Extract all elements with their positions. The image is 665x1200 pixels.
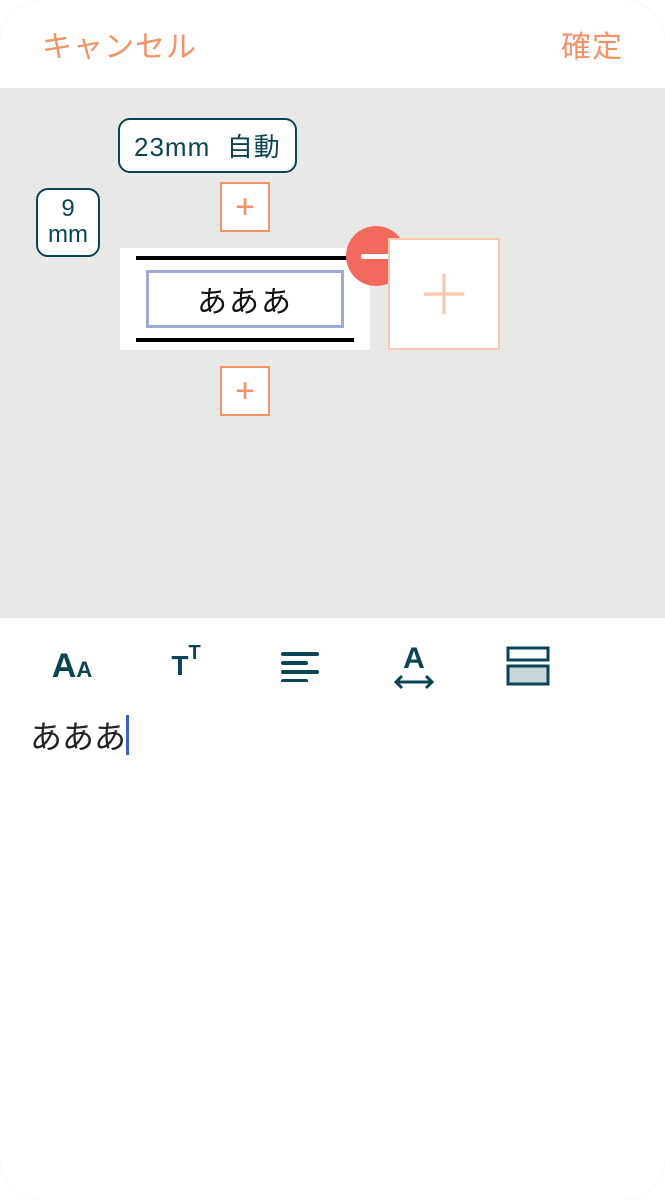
label-preview-canvas: 23mm 自動 9 mm + あああ − + [0, 88, 665, 618]
svg-text:A: A [403, 642, 425, 675]
text-align-button[interactable] [272, 638, 328, 694]
align-left-icon [281, 650, 319, 682]
letter-spacing-icon: A [392, 642, 436, 690]
label-height-value: 9 [48, 196, 88, 222]
text-size-icon: TT [171, 650, 200, 682]
label-bottom-border [136, 338, 354, 342]
confirm-button[interactable]: 確定 [561, 22, 623, 66]
label-editor-stack: + あああ − + [120, 182, 370, 416]
label-height-badge[interactable]: 9 mm [36, 188, 100, 257]
label-height-unit: mm [48, 222, 88, 248]
text-caret [126, 715, 129, 755]
plus-icon: + [235, 372, 255, 411]
letter-spacing-button[interactable]: A [386, 638, 442, 694]
label-top-border [136, 256, 354, 260]
add-row-below-button[interactable]: + [220, 366, 270, 416]
label-body[interactable]: あああ − [120, 248, 370, 350]
text-size-button[interactable]: TT [158, 638, 214, 694]
label-width-mode: 自動 [227, 132, 281, 162]
layout-icon [506, 646, 550, 686]
add-label-button[interactable] [388, 238, 500, 350]
layout-button[interactable] [500, 638, 556, 694]
cancel-button[interactable]: キャンセル [42, 22, 197, 66]
app-screen: キャンセル 確定 23mm 自動 9 mm + あああ − [0, 0, 665, 1200]
label-text-box[interactable]: あああ [146, 270, 344, 328]
text-input-value: あああ [30, 712, 126, 758]
plus-icon: + [235, 188, 255, 227]
font-style-button[interactable]: AA [44, 638, 100, 694]
header-bar: キャンセル 確定 [0, 0, 665, 88]
plus-large-icon [417, 267, 471, 321]
label-width-value: 23mm [134, 132, 210, 162]
add-row-above-button[interactable]: + [220, 182, 270, 232]
label-width-badge[interactable]: 23mm 自動 [118, 118, 297, 173]
text-input-area[interactable]: あああ [0, 706, 665, 764]
text-toolbar: AA TT A [0, 618, 665, 706]
font-icon: AA [52, 647, 92, 686]
